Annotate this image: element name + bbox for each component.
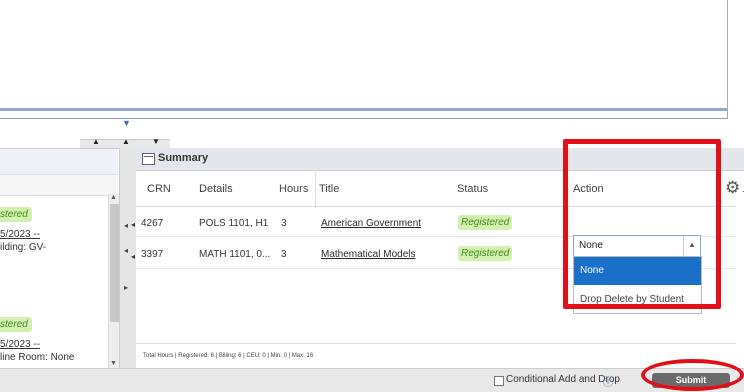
course-title-link[interactable]: Mathematical Models [321,249,415,260]
top-panel [0,0,728,119]
scroll-down-icon[interactable]: ▼ [110,360,117,367]
resize-handle[interactable]: ▲ ▲ ▼ [80,137,170,148]
status-badge: stered [0,317,32,332]
splitter-down-icon[interactable]: ▼ [122,118,131,128]
status-badge: stered [0,207,32,222]
settings-gear-icon[interactable]: ⚙ [725,178,740,198]
footer-bar: Conditional Add and Drop ⓘ Submit [0,368,744,392]
submit-highlight-circle [641,359,744,391]
row-hours: 3 [281,218,287,229]
handle-dot-icon: ▼ [152,137,160,146]
panel-border [0,108,727,111]
meeting-date: 5/2023 -- [0,339,41,350]
collapse-left-icon[interactable]: ◂ [124,246,128,255]
col-status[interactable]: Status [457,183,488,195]
conditional-add-drop-checkbox[interactable] [494,376,504,386]
row-expand-icon[interactable]: ◂ [131,220,135,229]
row-crn: 3397 [141,249,164,260]
summary-title: Summary [158,152,209,164]
status-badge: Registered [458,246,513,261]
expand-right-icon[interactable]: ▸ [124,283,128,292]
handle-dot-icon: ▲ [92,137,100,146]
collapse-left-icon[interactable]: ◂ [124,221,128,230]
row-hours: 3 [281,249,287,260]
row-details: POLS 1101, H1 [199,218,269,229]
schedule-subheader [0,175,118,196]
col-title[interactable]: Title [319,183,339,195]
row-expand-icon[interactable]: ◂ [131,252,135,261]
schedule-header [0,149,118,175]
meeting-location: ilding: GV- [0,242,47,253]
col-hours[interactable]: Hours [279,183,308,195]
status-badge: Registered [458,215,513,230]
row-details: MATH 1101, 0... [199,249,271,260]
col-crn[interactable]: CRN [147,183,171,195]
meeting-location: line Room: None [0,352,75,363]
scroll-up-icon[interactable]: ▲ [110,194,117,201]
scroll-thumb[interactable] [110,204,119,322]
info-icon[interactable]: ⓘ [603,374,613,389]
totals-text: Total Hours | Registered: 6 | Billing: 6… [143,353,314,359]
course-title-link[interactable]: American Government [321,218,421,229]
schedule-panel: stered 5/2023 -- ilding: GV- stered 5/20… [0,148,136,369]
meeting-date: 5/2023 -- [0,229,41,240]
action-highlight-box [563,139,721,309]
row-crn: 4267 [141,218,164,229]
totals-bar: Total Hours | Registered: 6 | Billing: 6… [136,343,736,369]
col-divider [315,170,316,208]
summary-icon [142,153,155,165]
col-details[interactable]: Details [199,183,233,195]
handle-dot-icon: ▲ [122,137,130,146]
